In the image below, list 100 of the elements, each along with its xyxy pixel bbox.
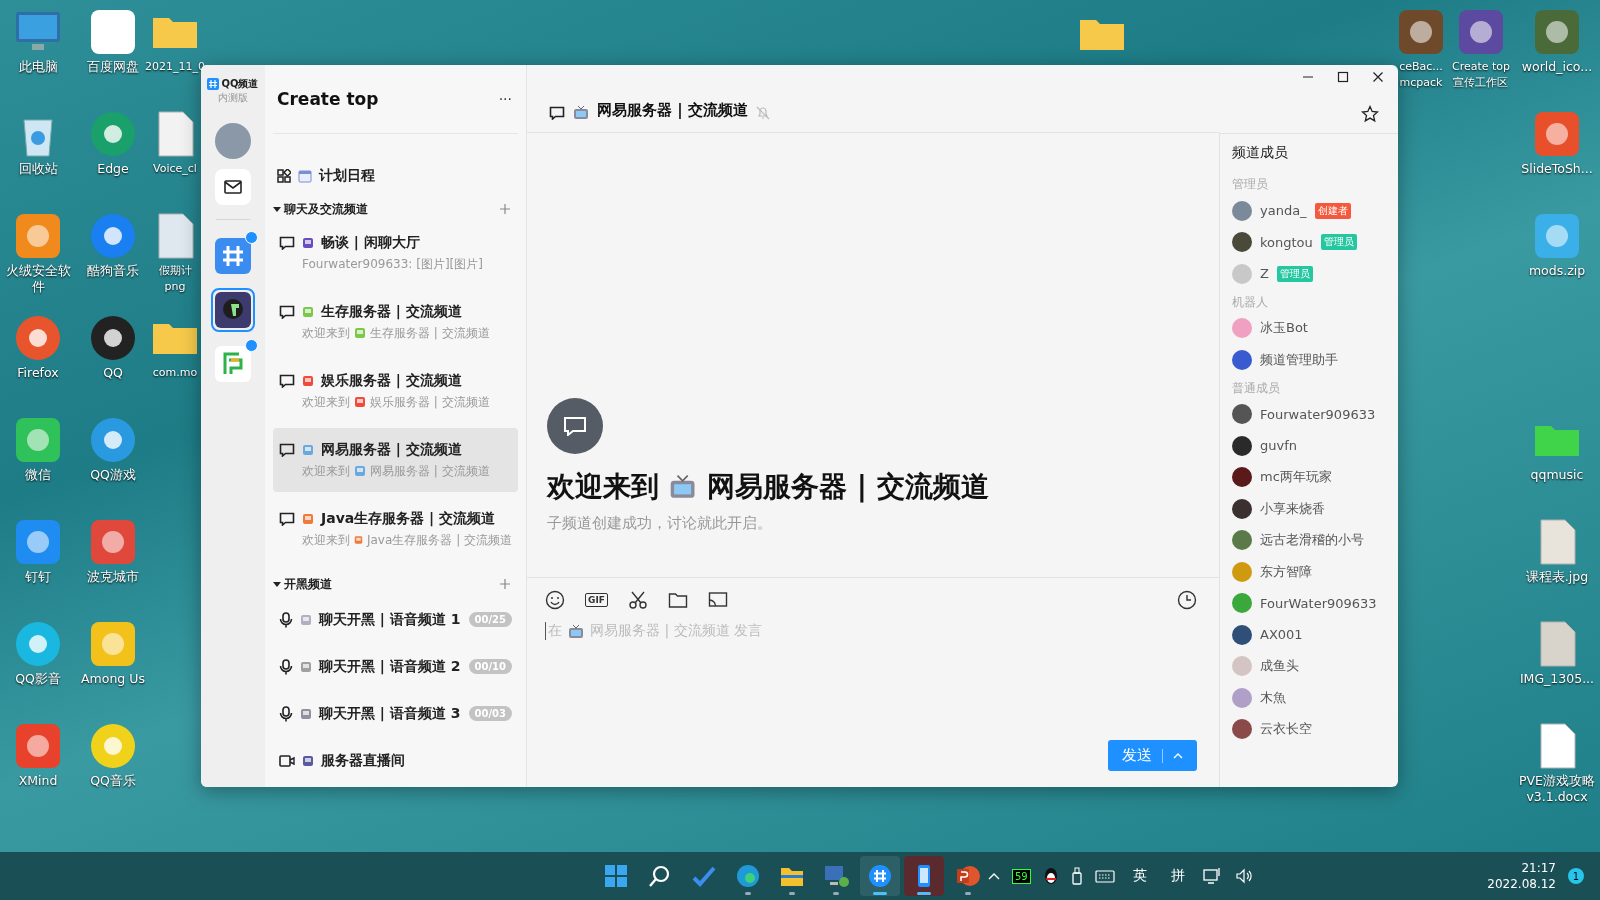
desktop-icon-label[interactable]: qqmusic [1530,467,1584,483]
channel-item[interactable]: 聊天开黑 | 语音频道 1 00/25 [273,596,518,643]
channel-item[interactable]: 生存服务器 | 交流频道 欢迎来到 生存服务器 | 交流频道 [273,290,518,354]
maximize-icon[interactable] [1337,71,1349,83]
caret-icon[interactable] [273,205,281,213]
desktop-icon-label[interactable]: 微信 [25,467,51,483]
network-icon[interactable] [1202,867,1223,885]
member-item[interactable]: 冰玉Bot [1232,312,1398,344]
chat-bubble-icon [279,511,295,526]
desktop-icon-label[interactable]: Create top 宣传工作区 [1451,59,1511,91]
desktop-icon-label[interactable]: IMG_1305... [1519,671,1595,687]
message-preview: 生存服务器 | 交流频道 [370,324,490,342]
volume-icon[interactable] [1234,868,1253,884]
channel-item[interactable]: 网易服务器 | 交流频道 欢迎来到 网易服务器 | 交流频道 [273,428,518,492]
star-icon[interactable] [1361,105,1379,123]
notification-badge[interactable]: 1 [1568,868,1584,884]
channel-item[interactable]: Java生存服务器 | 交流频道 欢迎来到 Java生存服务器 | 交流频道 [273,497,518,561]
usb-drive-icon[interactable] [1070,867,1083,885]
counter-icon[interactable]: 59 [1012,868,1031,884]
member-item[interactable]: 木魚 [1232,682,1398,714]
desktop-icon-label[interactable]: 百度网盘 [87,59,139,75]
inbox-button[interactable] [215,169,251,205]
desktop-icon-label[interactable]: 钉钉 [25,569,51,585]
television-icon [568,623,584,639]
microphone-icon [279,658,293,675]
member-item[interactable]: FourWater909633 [1232,587,1398,619]
folder-icon[interactable] [667,591,688,609]
desktop-icon-label[interactable]: QQ游戏 [90,467,136,483]
hash-icon [207,78,220,90]
member-item[interactable]: AX001 [1232,619,1398,651]
avatar [1232,349,1252,370]
member-count-badge: 00/10 [468,659,512,674]
member-item[interactable]: 云衣长空 [1232,713,1398,745]
channel-name: 聊天开黑 | 语音频道 3 [319,704,462,723]
desktop-icon-label[interactable]: Among Us [81,671,145,687]
microphone-icon [279,611,293,628]
channel-item[interactable]: 聊天开黑 | 语音频道 2 00/10 [273,643,518,690]
desktop-icon-label[interactable]: PVE游戏攻略 v3.1.docx [1519,773,1595,805]
desktop-icon-label[interactable]: Edge [97,161,129,177]
member-item[interactable]: kongtou 管理员 [1232,226,1398,258]
desktop-icon-label[interactable]: 此电脑 [18,59,58,75]
add-icon[interactable] [500,204,510,214]
channel-item[interactable]: 娱乐服务器 | 交流频道 欢迎来到 娱乐服务器 | 交流频道 [273,359,518,423]
screen-icon[interactable] [707,591,728,609]
desktop-icon-label[interactable]: 波克城市 [87,569,139,585]
television-icon [573,105,589,120]
app-icon[interactable] [89,314,137,362]
taskbar-button[interactable] [904,856,944,896]
channel-item[interactable]: 服务器直播间 [273,737,518,784]
history-icon[interactable] [1177,590,1197,610]
penguin-icon[interactable] [1042,867,1059,885]
chat-bubble-icon [279,235,295,250]
scissors-icon[interactable] [627,590,648,610]
input-method[interactable]: 拼 [1170,867,1185,885]
member-item[interactable]: 小享来烧香 [1232,493,1398,525]
desktop-icon-label[interactable]: com.mo [152,365,198,381]
member-item[interactable]: 成鱼头 [1232,650,1398,682]
desktop-icon-label[interactable]: QQ影音 [15,671,61,687]
member-item[interactable]: Z 管理员 [1232,258,1398,290]
member-item[interactable]: yanda_ 创建者 [1232,195,1398,227]
member-item[interactable]: 频道管理助手 [1232,344,1398,376]
desktop-icon-label[interactable]: 酷狗音乐 [87,263,139,279]
desktop-icon-label[interactable]: 假期计 png [158,263,192,295]
category-title[interactable]: 开黑频道 [284,575,497,593]
desktop-icon-label[interactable]: 回收站 [18,161,58,177]
taskbar-button[interactable] [860,856,900,896]
close-icon[interactable] [1372,71,1384,83]
message-preview: 欢迎来到 [302,324,350,342]
desktop-icon-label[interactable]: 课程表.jpg [1525,569,1589,585]
desktop-icon-label[interactable]: ceBac... mcpack [1399,59,1443,91]
category-title[interactable]: 聊天及交流频道 [284,200,497,218]
clock-date[interactable]: 2022.08.12 [1487,876,1556,892]
input-language[interactable]: 英 [1132,867,1147,885]
user-avatar[interactable] [215,123,251,159]
emoji-icon[interactable] [545,590,565,610]
avatar [1232,435,1252,456]
member-item[interactable]: Fourwater909633 [1232,398,1398,430]
server-icon[interactable] [211,288,255,332]
desktop-icon-label[interactable]: QQ [103,365,123,381]
member-item[interactable]: mc两年玩家 [1232,461,1398,493]
add-icon[interactable] [500,579,510,589]
desktop-icon-label[interactable]: 火绒安全软件 [0,263,76,295]
member-item[interactable]: 东方智障 [1232,556,1398,588]
member-item[interactable]: 远古老滑稽的小号 [1232,524,1398,556]
desktop-icon-label[interactable]: world_ico... [1521,59,1593,75]
desktop-icon-label[interactable]: Firefox [17,365,59,381]
desktop-icon-label[interactable]: Voice_cl [153,161,197,177]
keyboard-icon[interactable] [1094,869,1115,883]
caret-icon[interactable] [273,580,281,588]
message-preview: 网易服务器 | 交流频道 [370,462,490,480]
channel-item[interactable]: 聊天开黑 | 语音频道 3 00/03 [273,690,518,737]
gif-button[interactable]: GIF [585,593,608,607]
chat-bubble-icon [563,416,587,436]
chevron-up-icon[interactable] [988,872,1000,880]
desktop-icon-label[interactable]: SlideToSh... [1521,161,1593,177]
member-item[interactable]: guvfn [1232,430,1398,462]
clock-time[interactable]: 21:17 [1521,860,1556,876]
channel-item[interactable]: 畅谈 | 闲聊大厅 Fourwater909633: [图片][图片] [273,221,518,285]
schedule-item[interactable]: 计划日程 [273,161,518,191]
more-button[interactable]: ··· [498,91,512,107]
